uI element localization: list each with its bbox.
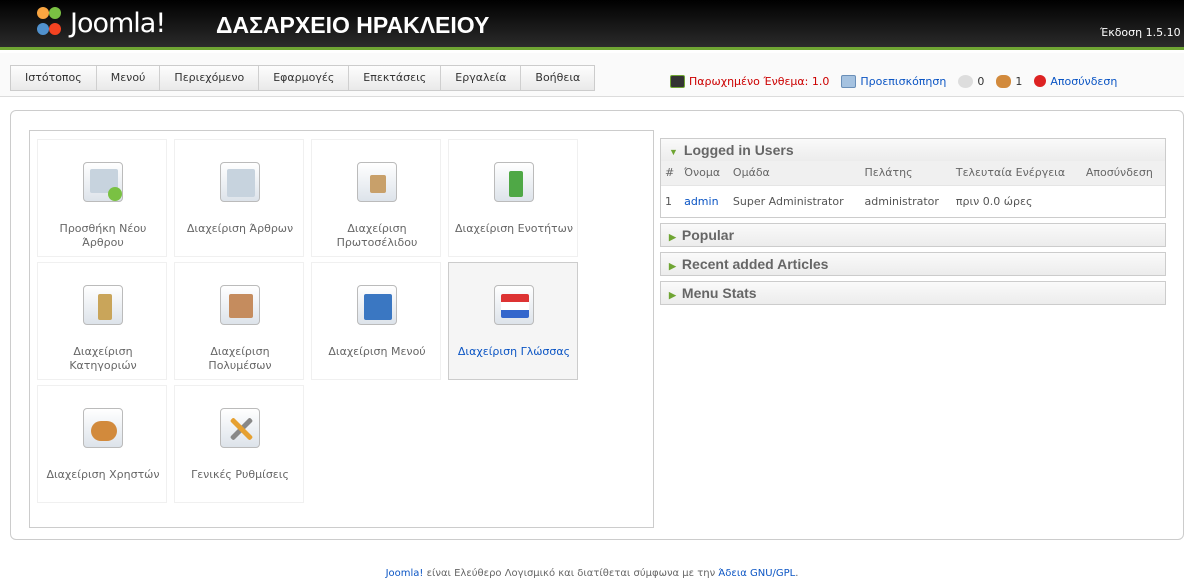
logout-icon (1034, 75, 1047, 87)
joomla-logo-icon (37, 7, 61, 35)
table-row: 1 admin Super Administrator administrato… (661, 184, 1165, 217)
cell-last-activity: πριν 0.0 ώρες (951, 184, 1082, 217)
popular-panel[interactable]: ▶ Popular (660, 223, 1166, 247)
tile-user-manager[interactable]: Διαχείριση Χρηστών (37, 385, 167, 503)
checked-out-label: Παρωχημένο Ένθεμα: 1.0 (689, 74, 830, 88)
menu-menus[interactable]: Μενού (97, 66, 161, 90)
menu-icon (357, 285, 397, 325)
home-icon (357, 162, 397, 202)
tile-label: Γενικές Ρυθμίσεις (191, 468, 289, 481)
site-title: ΔΑΣΑΡΧΕΙΟ ΗΡΑΚΛΕΙΟΥ (216, 12, 490, 38)
media-icon (220, 285, 260, 325)
tile-label: Προσθήκη Νέου Άρθρου (59, 222, 147, 249)
warning-icon (670, 74, 685, 88)
cell-client: administrator (860, 184, 952, 217)
users-count: 1 (1015, 74, 1023, 88)
recent-articles-panel[interactable]: ▶ Recent added Articles (660, 252, 1166, 276)
panel-title: Logged in Users (683, 142, 794, 158)
joomla-logo-text: Joomla! (70, 8, 166, 39)
cell-group: Super Administrator (728, 184, 861, 217)
cell-number: 1 (661, 184, 681, 217)
side-panels: ▼ Logged in Users # Όνομα Ομάδα Πελάτης Τ… (660, 138, 1166, 310)
tile-media-manager[interactable]: Διαχείριση Πολυμέσων (174, 262, 304, 380)
tile-label: Διαχείριση Μενού (328, 345, 426, 358)
article-manager-icon (220, 162, 260, 202)
control-panel: Προσθήκη Νέου Άρθρου Διαχείριση Άρθρων Δ… (29, 130, 654, 528)
license-link[interactable]: Άδεια GNU/GPL (718, 568, 795, 579)
messages-status[interactable]: 0 (958, 74, 985, 88)
menu-content[interactable]: Περιεχόμενο (160, 66, 260, 90)
language-flags-icon (494, 285, 534, 325)
col-last-activity: Τελευταία Ενέργεια (951, 161, 1082, 185)
tile-language-manager[interactable]: Διαχείριση Γλώσσας (448, 262, 578, 380)
joomla-link[interactable]: Joomla! (386, 568, 424, 579)
users-icon (83, 408, 123, 448)
add-article-icon (83, 162, 123, 202)
cell-name: admin (680, 184, 729, 217)
tile-label: Διαχείριση Πρωτοσέλιδου (336, 222, 418, 249)
header-bar: Joomla! ΔΑΣΑΡΧΕΙΟ ΗΡΑΚΛΕΙΟΥ Έκδοση 1.5.1… (0, 0, 1184, 50)
tile-label: Διαχείριση Ενοτήτων (454, 222, 574, 235)
panel-title: Recent added Articles (681, 256, 829, 272)
category-icon (83, 285, 123, 325)
menu-stats-header[interactable]: ▶ Menu Stats (661, 282, 1165, 304)
preview-label: Προεπισκόπηση (860, 74, 947, 88)
status-bar: Παρωχημένο Ένθεμα: 1.0 Προεπισκόπηση 0 1… (670, 71, 1129, 91)
col-group: Ομάδα (728, 161, 861, 185)
tile-add-article[interactable]: Προσθήκη Νέου Άρθρου (37, 139, 167, 257)
messages-count: 0 (977, 74, 985, 88)
menu-bar: Ιστότοπος Μενού Περιεχόμενο Εφαρμογές Επ… (0, 53, 1184, 97)
recent-articles-header[interactable]: ▶ Recent added Articles (661, 253, 1165, 275)
panel-title: Menu Stats (681, 285, 757, 301)
logout-link[interactable]: Αποσύνδεση (1034, 75, 1117, 88)
tile-label: Διαχείριση Άρθρων (186, 222, 294, 235)
collapsed-arrow-icon: ▶ (669, 290, 676, 300)
tile-label: Διαχείριση Γλώσσας (457, 345, 571, 358)
preview-icon (841, 74, 857, 88)
tile-label: Διαχείριση Κατηγοριών (69, 345, 137, 372)
col-number: # (661, 161, 681, 185)
collapsed-arrow-icon: ▶ (669, 232, 676, 242)
menu-stats-panel[interactable]: ▶ Menu Stats (660, 281, 1166, 305)
logged-in-users-table: # Όνομα Ομάδα Πελάτης Τελευταία Ενέργεια… (661, 161, 1165, 217)
menu-extensions[interactable]: Επεκτάσεις (349, 66, 442, 90)
collapsed-arrow-icon: ▶ (669, 261, 676, 271)
tile-article-manager[interactable]: Διαχείριση Άρθρων (174, 139, 304, 257)
version-label: Έκδοση 1.5.10 (1100, 26, 1181, 39)
footer-end: . (795, 568, 799, 579)
expanded-arrow-icon: ▼ (669, 147, 678, 157)
col-client: Πελάτης (860, 161, 952, 185)
main-menu: Ιστότοπος Μενού Περιεχόμενο Εφαρμογές Επ… (10, 65, 596, 91)
cell-logout (1081, 184, 1165, 217)
logged-in-users-panel: ▼ Logged in Users # Όνομα Ομάδα Πελάτης Τ… (660, 138, 1166, 218)
tile-global-configuration[interactable]: Γενικές Ρυθμίσεις (174, 385, 304, 503)
preview-link[interactable]: Προεπισκόπηση (841, 74, 947, 88)
messages-icon (958, 74, 974, 88)
tile-menu-manager[interactable]: Διαχείριση Μενού (311, 262, 441, 380)
popular-header[interactable]: ▶ Popular (661, 224, 1165, 246)
menu-site[interactable]: Ιστότοπος (11, 66, 97, 90)
checked-out-status[interactable]: Παρωχημένο Ένθεμα: 1.0 (670, 74, 830, 88)
menu-components[interactable]: Εφαρμογές (259, 66, 350, 90)
panel-title: Popular (681, 227, 735, 243)
logout-label: Αποσύνδεση (1050, 74, 1118, 88)
section-icon (494, 162, 534, 202)
menu-tools[interactable]: Εργαλεία (441, 66, 522, 90)
footer-text: είναι Ελεύθερο Λογισμικό και διατίθεται … (423, 568, 719, 579)
tile-label: Διαχείριση Χρηστών (46, 468, 160, 481)
users-status[interactable]: 1 (996, 74, 1023, 88)
tile-label: Διαχείριση Πολυμέσων (208, 345, 272, 372)
logged-in-users-header[interactable]: ▼ Logged in Users (661, 139, 1165, 161)
menu-help[interactable]: Βοήθεια (521, 66, 594, 90)
col-logout: Αποσύνδεση (1081, 161, 1165, 185)
user-link[interactable]: admin (684, 195, 718, 208)
tile-section-manager[interactable]: Διαχείριση Ενοτήτων (448, 139, 578, 257)
tools-icon (220, 408, 260, 448)
footer: Joomla! είναι Ελεύθερο Λογισμικό και δια… (0, 568, 1184, 579)
users-icon (996, 74, 1012, 88)
col-name: Όνομα (680, 161, 729, 185)
tile-frontpage-manager[interactable]: Διαχείριση Πρωτοσέλιδου (311, 139, 441, 257)
tile-category-manager[interactable]: Διαχείριση Κατηγοριών (37, 262, 167, 380)
